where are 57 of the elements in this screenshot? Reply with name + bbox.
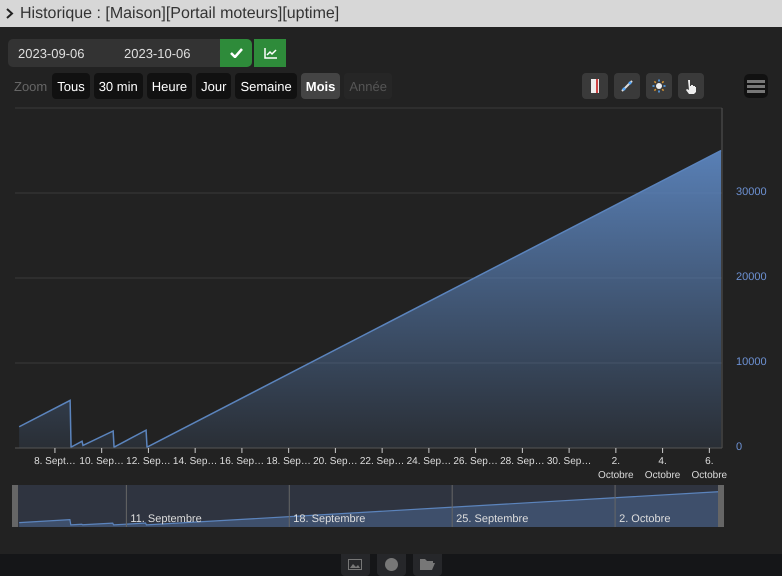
zoom-label: Zoom [14,78,48,94]
tool-button[interactable] [614,73,640,99]
line-tool-icon [620,79,634,93]
image-icon [348,558,362,570]
x-axis-label: 10. Sep… [78,455,125,469]
x-axis-label: 4. Octobre [644,455,682,483]
window-title: Historique : [Maison][Portail moteurs][uptime] [20,4,340,22]
sun-icon [652,79,666,93]
zoom-button[interactable]: Jour [196,73,232,99]
zoom-button[interactable]: Tous [52,73,90,99]
navigator-label: 11. Septembre [130,513,202,525]
footer-button[interactable] [376,554,406,576]
zoom-button[interactable]: Heure [146,73,192,99]
x-axis-label: 2. Octobre [597,455,635,483]
zoom-button[interactable]: Semaine [235,73,297,99]
navigator[interactable]: 11. Septembre 18. Septembre 25. Septembre 2. Octobre [12,485,724,527]
circle-icon [384,558,398,570]
confirm-button[interactable] [220,39,252,67]
tool-button[interactable] [582,73,608,99]
y-axis-label: 20000 [736,271,767,283]
zoom-button[interactable]: Mois [300,73,340,99]
x-axis-label: 28. Sep… [499,455,546,469]
hand-icon [685,78,697,94]
x-axis-label: 6. Octobre [690,455,728,483]
x-axis-label: 22. Sep… [359,455,406,469]
x-axis-label: 8. Sept… [33,455,77,469]
tool-button[interactable] [646,73,672,99]
ruler-icon [591,79,599,93]
chart-button[interactable] [254,39,286,67]
start-date-field[interactable]: 2023-09-06 [8,39,114,67]
zoom-button[interactable]: 30 min [94,73,143,99]
tool-button[interactable] [678,73,704,99]
x-axis-label: 14. Sep… [172,455,218,469]
navigator-handle[interactable] [718,485,724,527]
line-chart-icon [264,48,276,58]
x-axis-label: 16. Sep… [218,455,265,469]
menu-button[interactable] [744,74,768,98]
menu-icon [747,80,765,92]
footer-button[interactable] [340,554,370,576]
navigator-label: 2. Octobre [619,513,670,525]
x-axis-label: 12. Sep… [125,455,172,469]
folder-icon [420,558,434,570]
y-axis-label: 10000 [736,356,767,368]
x-axis-label: 30. Sep… [546,455,592,469]
x-axis-label: 26. Sep… [452,455,499,469]
navigator-handle[interactable] [12,485,18,527]
check-icon [230,48,242,58]
x-axis-label: 18. Sep… [266,455,312,469]
y-axis-label: 0 [736,441,742,453]
navigator-label: 18. Septembre [293,513,366,525]
chevron-icon[interactable] [6,8,14,19]
x-axis-label: 24. Sep… [406,455,452,469]
end-date-field[interactable]: 2023-10-06 [114,39,220,67]
x-axis-label: 20. Sep… [312,455,358,469]
y-axis-label: 30000 [736,186,767,198]
footer-button[interactable] [412,554,442,576]
navigator-label: 25. Septembre [456,513,528,525]
